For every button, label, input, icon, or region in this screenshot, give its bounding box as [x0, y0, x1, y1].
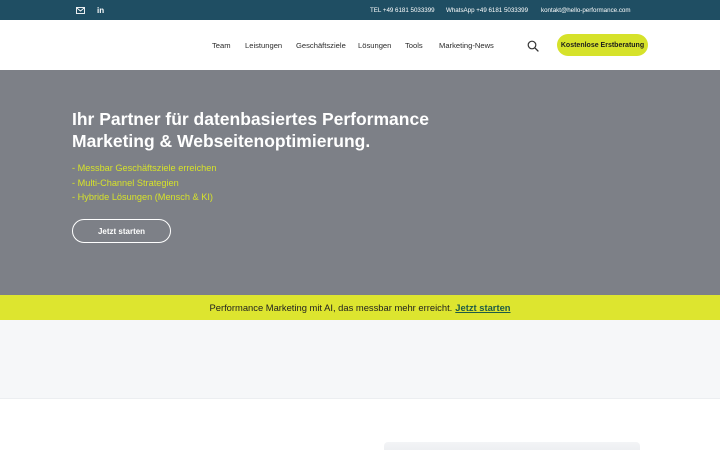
- envelope-icon[interactable]: [76, 0, 85, 20]
- banner-start-link[interactable]: Jetzt starten: [455, 302, 510, 313]
- hero-title: Ihr Partner für datenbasiertes Performan…: [72, 109, 429, 151]
- nav-item-tools[interactable]: Tools: [405, 20, 423, 70]
- hero-bullet: - Messbar Geschäftsziele erreichen: [72, 163, 217, 173]
- hero-section: Ihr Partner für datenbasiertes Performan…: [0, 70, 720, 295]
- free-consultation-button[interactable]: Kostenlose Erstberatung: [557, 34, 648, 56]
- hero-bullet-list: - Messbar Geschäftsziele erreichen - Mul…: [72, 161, 217, 205]
- content-section-gray: [0, 320, 720, 399]
- email-link[interactable]: kontakt@hello-performance.com: [541, 0, 631, 20]
- nav-item-leistungen[interactable]: Leistungen: [245, 20, 282, 70]
- nav-item-geschaeftsziele[interactable]: Geschäftsziele: [296, 20, 346, 70]
- search-icon[interactable]: [527, 39, 539, 52]
- linkedin-icon[interactable]: in: [97, 0, 104, 20]
- whatsapp-link[interactable]: WhatsApp +49 6181 5033399: [446, 0, 528, 20]
- hero-start-button[interactable]: Jetzt starten: [72, 219, 171, 243]
- nav-item-loesungen[interactable]: Lösungen: [358, 20, 391, 70]
- nav-item-team[interactable]: Team: [212, 20, 231, 70]
- main-header: Team Leistungen Geschäftsziele Lösungen …: [0, 20, 720, 70]
- hero-bullet: - Multi-Channel Strategien: [72, 177, 179, 188]
- hero-bullet: - Hybride Lösungen (Mensch & KI): [72, 192, 213, 202]
- content-card-edge: [384, 442, 640, 450]
- promo-banner: Performance Marketing mit AI, das messba…: [0, 295, 720, 320]
- banner-text: Performance Marketing mit AI, das messba…: [209, 302, 453, 313]
- nav-item-marketing-news[interactable]: Marketing-News: [439, 20, 494, 70]
- phone-link[interactable]: TEL +49 6181 5033399: [370, 0, 435, 20]
- top-bar: in TEL +49 6181 5033399 WhatsApp +49 618…: [0, 0, 720, 20]
